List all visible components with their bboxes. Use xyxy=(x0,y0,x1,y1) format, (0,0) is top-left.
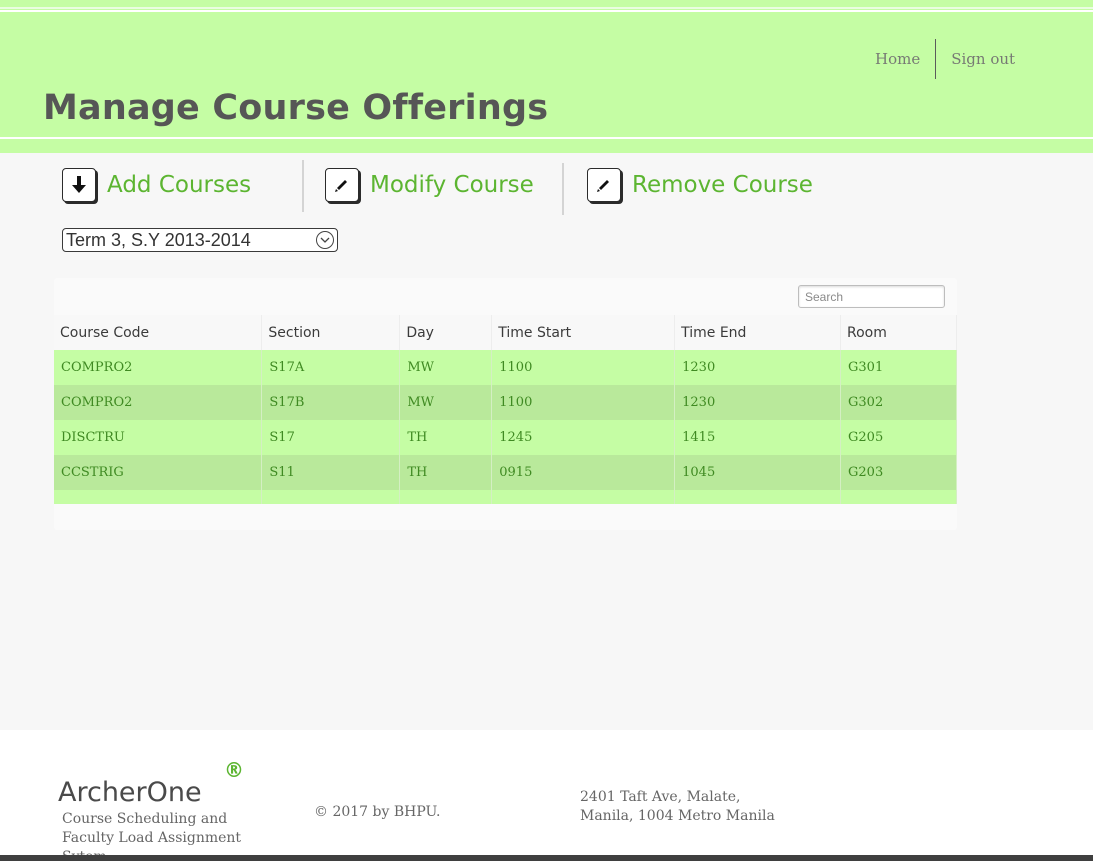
table-row[interactable]: COMPRO2 S17A MW 1100 1230 G301 xyxy=(54,350,957,385)
registered-mark: ® xyxy=(224,758,244,782)
cell-time-start: 1100 xyxy=(491,385,676,420)
brand-tagline: Course Scheduling and Faculty Load Assig… xyxy=(62,811,242,861)
cell-course-code: DISCTRU xyxy=(54,420,263,455)
header-divider-top xyxy=(0,7,1093,9)
search-input[interactable] xyxy=(798,285,945,308)
cell-day: TH xyxy=(399,420,493,455)
brand-name: ArcherOne xyxy=(58,777,202,808)
header: Home Sign out Manage Course Offerings xyxy=(0,0,1093,153)
pencil-icon xyxy=(325,168,359,202)
address-line-1: 2401 Taft Ave, Malate, xyxy=(580,789,741,805)
empty-cell xyxy=(674,490,842,504)
cell-section: S17 xyxy=(261,420,401,455)
address-line-2: Manila, 1004 Metro Manila xyxy=(580,808,775,824)
column-header-section[interactable]: Section xyxy=(261,315,401,350)
column-header-course-code[interactable]: Course Code xyxy=(54,315,263,350)
empty-cell xyxy=(840,490,957,504)
table-row[interactable]: DISCTRU S17 TH 1245 1415 G205 xyxy=(54,420,957,455)
cell-time-end: 1045 xyxy=(674,455,842,490)
cell-day: MW xyxy=(399,350,493,385)
modify-course-label: Modify Course xyxy=(370,172,534,198)
action-separator-1 xyxy=(302,160,304,212)
chevron-down-icon xyxy=(316,231,334,249)
cell-room: G301 xyxy=(840,350,957,385)
cell-room: G302 xyxy=(840,385,957,420)
empty-cell xyxy=(261,490,401,504)
table-row[interactable]: COMPRO2 S17B MW 1100 1230 G302 xyxy=(54,385,957,420)
nav-home-link[interactable]: Home xyxy=(860,39,935,79)
course-table-panel: Course Code Section Day Time Start Time … xyxy=(54,278,957,530)
table-row[interactable]: CCSTRIG S11 TH 0915 1045 G203 xyxy=(54,455,957,490)
empty-cell xyxy=(54,490,263,504)
cell-room: G203 xyxy=(840,455,957,490)
pencil-icon xyxy=(587,168,621,202)
course-table: Course Code Section Day Time Start Time … xyxy=(54,315,957,504)
cell-time-end: 1230 xyxy=(674,350,842,385)
remove-course-button[interactable]: Remove Course xyxy=(587,168,813,202)
copyright-text: © 2017 by BHPU. xyxy=(314,804,441,820)
cell-section: S17B xyxy=(261,385,401,420)
cell-day: MW xyxy=(399,385,493,420)
cell-day: TH xyxy=(399,455,493,490)
footer: ® ArcherOne Course Scheduling and Facult… xyxy=(0,730,1093,861)
cell-time-start: 0915 xyxy=(491,455,676,490)
modify-course-button[interactable]: Modify Course xyxy=(325,168,534,202)
empty-cell xyxy=(399,490,493,504)
empty-cell xyxy=(491,490,676,504)
add-courses-button[interactable]: Add Courses xyxy=(62,168,251,202)
download-arrow-icon xyxy=(62,168,96,202)
top-nav: Home Sign out xyxy=(860,39,1030,79)
table-row-empty xyxy=(54,490,957,504)
cell-time-start: 1100 xyxy=(491,350,676,385)
cell-course-code: COMPRO2 xyxy=(54,350,263,385)
table-header-row: Course Code Section Day Time Start Time … xyxy=(54,315,957,350)
cell-section: S11 xyxy=(261,455,401,490)
column-header-time-start[interactable]: Time Start xyxy=(491,315,676,350)
nav-sign-out-link[interactable]: Sign out xyxy=(936,39,1030,79)
action-separator-2 xyxy=(562,163,564,215)
column-header-day[interactable]: Day xyxy=(399,315,493,350)
page-title: Manage Course Offerings xyxy=(43,88,549,128)
add-courses-label: Add Courses xyxy=(107,172,252,198)
cell-time-end: 1415 xyxy=(674,420,842,455)
cell-room: G205 xyxy=(840,420,957,455)
term-select-value: Term 3, S.Y 2013-2014 xyxy=(66,229,251,250)
address: 2401 Taft Ave, Malate, Manila, 1004 Metr… xyxy=(580,788,775,826)
cell-time-end: 1230 xyxy=(674,385,842,420)
cell-course-code: COMPRO2 xyxy=(54,385,263,420)
remove-course-label: Remove Course xyxy=(632,172,813,198)
cell-section: S17A xyxy=(261,350,401,385)
column-header-room[interactable]: Room xyxy=(840,315,957,350)
header-divider-bottom xyxy=(0,137,1093,139)
footer-bottom-bar xyxy=(0,855,1093,861)
cell-course-code: CCSTRIG xyxy=(54,455,263,490)
header-divider-top-2 xyxy=(0,10,1093,12)
term-select[interactable]: Term 3, S.Y 2013-2014 xyxy=(62,228,338,252)
cell-time-start: 1245 xyxy=(491,420,676,455)
column-header-time-end[interactable]: Time End xyxy=(674,315,842,350)
